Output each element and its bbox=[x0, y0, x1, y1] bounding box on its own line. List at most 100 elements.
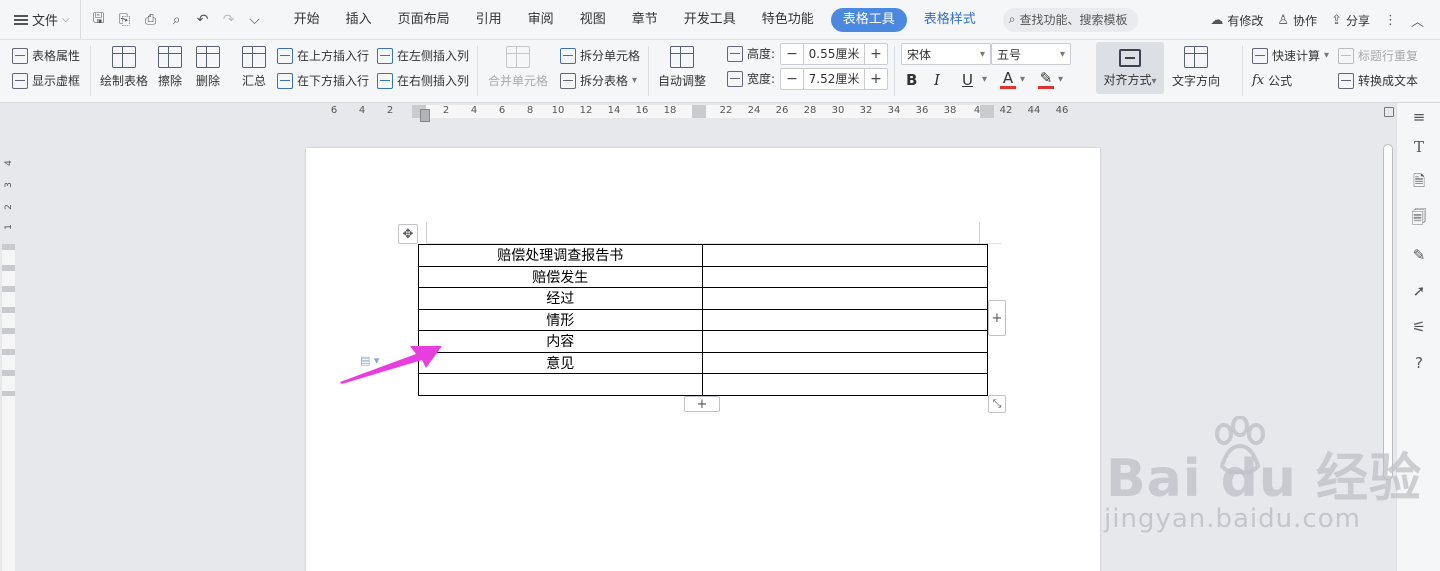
split-cells-button[interactable]: 拆分单元格 bbox=[560, 47, 640, 64]
text-direction-button[interactable]: 文字方向 bbox=[1172, 46, 1220, 89]
ruler-column-marker[interactable] bbox=[980, 105, 994, 118]
height-increment-button[interactable]: + bbox=[865, 44, 887, 64]
add-column-button[interactable]: + bbox=[988, 300, 1006, 336]
save-icon[interactable]: 🖫 bbox=[87, 8, 111, 32]
has-changes-button[interactable]: ☁ 有修改 bbox=[1210, 12, 1263, 29]
table-cell-left[interactable] bbox=[418, 373, 703, 396]
indent-marker[interactable] bbox=[420, 109, 430, 122]
chevron-down-icon[interactable]: ▾ bbox=[982, 74, 996, 85]
tab-references[interactable]: 引用 bbox=[463, 8, 515, 32]
summary-button[interactable]: 汇总 bbox=[242, 46, 266, 89]
vertical-ruler[interactable]: 43211789101112131415 bbox=[0, 120, 17, 571]
table-cell-right[interactable] bbox=[701, 244, 988, 267]
table-cell-left[interactable]: 经过 bbox=[418, 287, 703, 310]
width-increment-button[interactable]: + bbox=[865, 69, 887, 89]
table-cell-right[interactable] bbox=[701, 287, 988, 310]
highlight-icon[interactable]: ✎ bbox=[1038, 70, 1054, 89]
document-icon[interactable]: 🗎 bbox=[1409, 172, 1429, 193]
pen-icon[interactable]: ✎ bbox=[1409, 245, 1429, 265]
table-cell-right[interactable] bbox=[701, 330, 988, 353]
table-cell-left[interactable]: 赔偿处理调查报告书 bbox=[418, 244, 703, 267]
table-cell-right[interactable] bbox=[701, 265, 988, 288]
font-size-select[interactable]: 五号 ▾ bbox=[991, 43, 1071, 65]
file-menu[interactable]: 文件 ⌵ bbox=[0, 0, 80, 39]
sidebar-menu-icon[interactable]: ≡ bbox=[1409, 107, 1429, 127]
split-table-button[interactable]: 拆分表格 ▾ bbox=[560, 72, 637, 89]
customize-dropdown-icon[interactable]: ⌵ bbox=[243, 8, 267, 32]
table-properties-button[interactable]: 表格属性 bbox=[12, 47, 80, 64]
height-decrement-button[interactable]: − bbox=[781, 44, 803, 64]
redo-icon[interactable]: ↷ bbox=[217, 8, 241, 32]
search-input[interactable]: ⌕ 查找功能、搜索模板 bbox=[1002, 7, 1138, 32]
table-row[interactable]: 赔偿发生 bbox=[418, 265, 988, 288]
width-stepper[interactable]: − 7.52厘米 + bbox=[780, 68, 888, 90]
font-name-select[interactable]: 宋体 ▾ bbox=[901, 43, 991, 65]
format-painter-icon[interactable]: ⎘ bbox=[113, 8, 137, 32]
quick-calc-button[interactable]: 快速计算 ▾ bbox=[1252, 47, 1329, 64]
table-resize-handle[interactable]: ⤡ bbox=[988, 395, 1006, 413]
insert-row-above-button[interactable]: 在上方插入行 bbox=[277, 47, 369, 64]
width-decrement-button[interactable]: − bbox=[781, 69, 803, 89]
show-gridlines-button[interactable]: 显示虚框 bbox=[12, 72, 80, 89]
collapse-ribbon-button[interactable]: ︿ bbox=[1411, 11, 1424, 30]
width-value[interactable]: 7.52厘米 bbox=[803, 69, 865, 89]
sliders-icon[interactable]: ⚟ bbox=[1409, 317, 1429, 337]
print-icon[interactable]: ⎙ bbox=[139, 8, 163, 32]
auto-fit-button[interactable]: 自动调整 bbox=[658, 46, 706, 89]
tab-table-style[interactable]: 表格样式 bbox=[911, 8, 989, 32]
erase-button[interactable]: 擦除 bbox=[158, 46, 182, 89]
height-value[interactable]: 0.55厘米 bbox=[803, 44, 865, 64]
table-move-handle[interactable]: ✥ bbox=[398, 224, 418, 244]
tab-review[interactable]: 审阅 bbox=[515, 8, 567, 32]
cursor-icon[interactable]: ➚ bbox=[1409, 281, 1429, 301]
draw-table-button[interactable]: 绘制表格 bbox=[100, 46, 148, 89]
tab-view[interactable]: 视图 bbox=[567, 8, 619, 32]
print-preview-icon[interactable]: ⌕ bbox=[165, 8, 189, 32]
formula-button[interactable]: fx 公式 bbox=[1252, 72, 1292, 89]
repeat-header-button[interactable]: 标题行重复 bbox=[1338, 47, 1418, 64]
table-cell-left[interactable]: 意见 bbox=[418, 351, 703, 374]
ruler-column-marker[interactable] bbox=[692, 105, 706, 118]
text-style-icon[interactable]: T bbox=[1409, 137, 1429, 157]
table-row[interactable]: 情形 bbox=[418, 308, 988, 331]
help-icon[interactable]: ? bbox=[1409, 353, 1429, 373]
tab-section[interactable]: 章节 bbox=[619, 8, 671, 32]
tab-special[interactable]: 特色功能 bbox=[749, 8, 827, 32]
table-cell-left[interactable]: 赔偿发生 bbox=[418, 265, 703, 288]
convert-to-text-button[interactable]: 转换成文本 bbox=[1338, 72, 1418, 89]
add-row-button[interactable]: + bbox=[684, 396, 720, 412]
italic-button[interactable]: I bbox=[934, 71, 958, 89]
ruler-row-markers[interactable] bbox=[2, 244, 15, 396]
document-settings-icon[interactable]: 🗐 bbox=[1409, 208, 1429, 229]
table-row[interactable]: 内容 bbox=[418, 330, 988, 353]
document-table[interactable]: 赔偿处理调查报告书 赔偿发生 经过 情形 内容 意见 bbox=[418, 244, 988, 396]
delete-button[interactable]: 删除 bbox=[196, 46, 220, 89]
insert-row-below-button[interactable]: 在下方插入行 bbox=[277, 72, 369, 89]
insert-col-right-button[interactable]: 在右侧插入列 bbox=[377, 72, 469, 89]
table-cell-right[interactable] bbox=[701, 351, 988, 374]
merge-cells-button[interactable]: 合并单元格 bbox=[488, 46, 548, 89]
table-row[interactable]: 经过 bbox=[418, 287, 988, 310]
underline-button[interactable]: U bbox=[962, 71, 978, 89]
share-button[interactable]: ⇪ 分享 bbox=[1331, 12, 1370, 29]
collaborate-button[interactable]: ♙ 协作 bbox=[1277, 12, 1317, 29]
table-row[interactable]: 意见 bbox=[418, 351, 988, 374]
more-menu-button[interactable]: ⋮ bbox=[1384, 13, 1397, 28]
table-cell-left[interactable]: 内容 bbox=[418, 330, 703, 353]
chevron-down-icon[interactable]: ▾ bbox=[1058, 74, 1063, 85]
chevron-down-icon[interactable]: ▾ bbox=[1020, 74, 1034, 85]
undo-icon[interactable]: ↶ bbox=[191, 8, 215, 32]
table-cell-right[interactable] bbox=[701, 373, 988, 396]
alignment-button[interactable]: 对齐方式▾ bbox=[1096, 42, 1164, 94]
table-row[interactable]: 赔偿处理调查报告书 bbox=[418, 244, 988, 267]
height-stepper[interactable]: − 0.55厘米 + bbox=[780, 43, 888, 65]
font-color-button[interactable]: A bbox=[1000, 70, 1016, 89]
tab-page-layout[interactable]: 页面布局 bbox=[385, 8, 463, 32]
tab-table-tools[interactable]: 表格工具 bbox=[830, 7, 907, 32]
tab-insert[interactable]: 插入 bbox=[333, 8, 385, 32]
table-row[interactable] bbox=[418, 373, 988, 396]
table-cell-left[interactable]: 情形 bbox=[418, 308, 703, 331]
tab-home[interactable]: 开始 bbox=[281, 8, 333, 32]
scroll-top-icon[interactable] bbox=[1384, 107, 1394, 117]
bold-button[interactable]: B bbox=[906, 71, 930, 89]
